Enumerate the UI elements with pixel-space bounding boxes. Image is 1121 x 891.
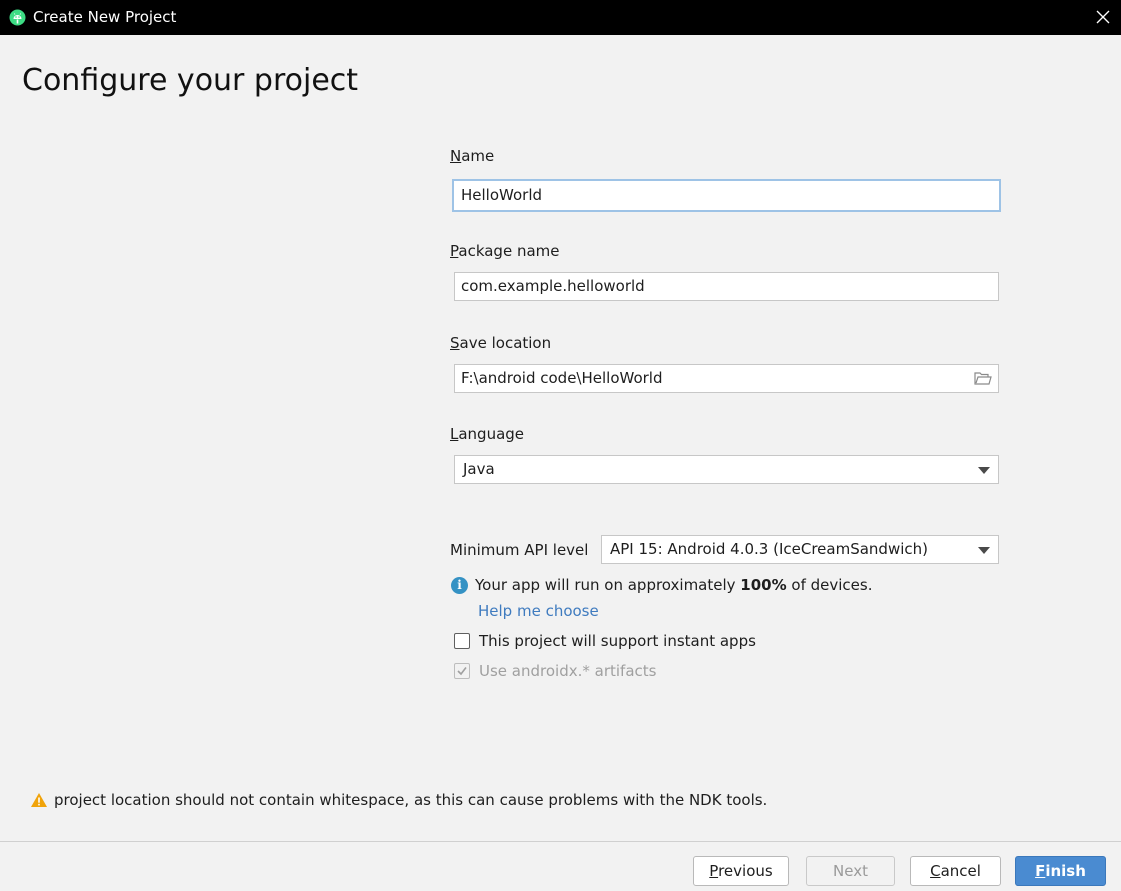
footer-divider — [0, 841, 1121, 842]
min-api-select-value: API 15: Android 4.0.3 (IceCreamSandwich) — [610, 540, 928, 558]
language-label-rest: anguage — [458, 425, 525, 443]
cancel-mnemonic: C — [930, 862, 941, 880]
name-label-rest: ame — [461, 147, 495, 165]
language-select-value: Java — [463, 460, 495, 478]
previous-rest: revious — [718, 862, 773, 880]
package-label-rest: ackage name — [458, 242, 560, 260]
coverage-text-before: Your app will run on approximately — [475, 576, 741, 594]
title-bar: Create New Project — [0, 0, 1121, 35]
save-location-label-rest: ave location — [459, 334, 552, 352]
cancel-button[interactable]: Cancel — [910, 856, 1001, 886]
min-api-select[interactable]: API 15: Android 4.0.3 (IceCreamSandwich) — [601, 535, 999, 564]
page-heading: Configure your project — [22, 63, 359, 98]
cancel-rest: ancel — [940, 862, 981, 880]
language-label: Language — [450, 424, 524, 444]
name-input[interactable]: HelloWorld — [452, 179, 1001, 212]
instant-apps-checkbox[interactable] — [454, 633, 470, 649]
finish-mnemonic: F — [1035, 862, 1046, 880]
androidx-label: Use androidx.* artifacts — [479, 662, 657, 680]
previous-button[interactable]: Previous — [693, 856, 789, 886]
folder-icon[interactable] — [974, 371, 992, 386]
instant-apps-label: This project will support instant apps — [479, 632, 756, 650]
name-input-value: HelloWorld — [461, 186, 543, 204]
name-label-mnemonic: N — [450, 147, 462, 165]
finish-button[interactable]: Finish — [1015, 856, 1106, 886]
language-select[interactable]: Java — [454, 455, 999, 484]
coverage-text-after: of devices. — [786, 576, 873, 594]
name-label: Name — [450, 146, 494, 166]
package-name-input[interactable]: com.example.helloworld — [454, 272, 999, 301]
next-button[interactable]: Next — [806, 856, 895, 886]
save-location-value: F:\android code\HelloWorld — [461, 369, 663, 387]
android-studio-icon — [9, 9, 26, 26]
save-location-input[interactable]: F:\android code\HelloWorld — [454, 364, 999, 393]
finish-rest: inish — [1045, 862, 1086, 880]
min-api-label: Minimum API level — [450, 541, 589, 559]
androidx-checkbox — [454, 663, 470, 679]
device-coverage-text: Your app will run on approximately 100% … — [475, 575, 873, 595]
warning-text: project location should not contain whit… — [54, 791, 768, 809]
help-me-choose-link[interactable]: Help me choose — [478, 601, 599, 621]
close-icon[interactable] — [1095, 9, 1111, 25]
save-location-label: Save location — [450, 333, 551, 353]
package-name-label: Package name — [450, 241, 560, 261]
warning-icon — [31, 793, 47, 807]
save-location-label-mnemonic: S — [450, 334, 460, 352]
package-input-value: com.example.helloworld — [461, 277, 645, 295]
window-title: Create New Project — [33, 8, 177, 26]
chevron-down-icon — [978, 467, 990, 474]
checkmark-icon — [457, 667, 467, 676]
info-icon: i — [451, 577, 468, 594]
coverage-percent: 100% — [740, 576, 787, 594]
chevron-down-icon — [978, 547, 990, 554]
previous-mnemonic: P — [709, 862, 719, 880]
